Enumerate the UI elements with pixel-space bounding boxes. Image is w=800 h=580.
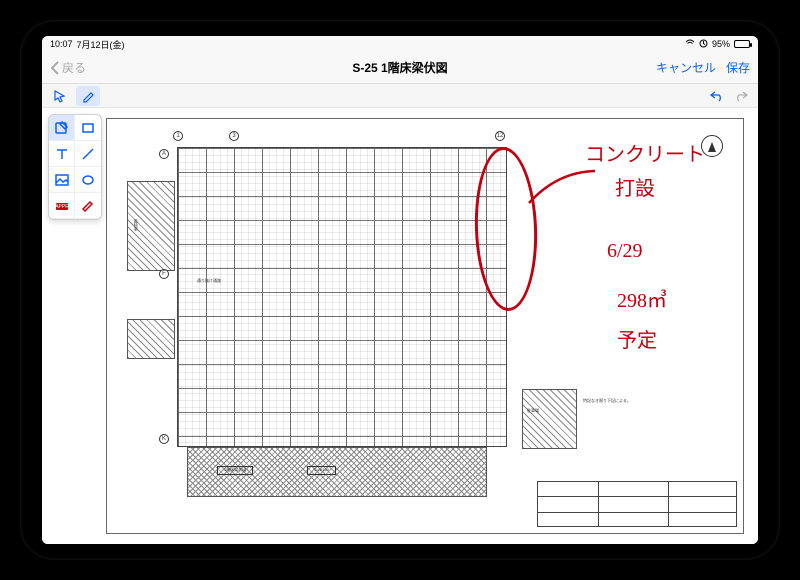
select-tool[interactable] — [48, 86, 72, 106]
sheet-title-box: 1階床梁伏図 — [217, 466, 253, 475]
battery-icon — [734, 40, 750, 48]
grid-bubble: A — [159, 149, 169, 159]
annotation-leader-line — [527, 167, 597, 207]
pen-tool[interactable] — [76, 86, 100, 106]
room-label: 風除室 — [133, 219, 138, 231]
save-button[interactable]: 保存 — [726, 59, 750, 76]
annotation-text[interactable]: 予定 — [617, 329, 657, 354]
screen: 10:07 7月12日(金) 95% 戻る S-25 1階床梁伏図 — [42, 36, 758, 544]
undo-button[interactable] — [706, 86, 728, 106]
grid-bubble: 1 — [173, 131, 183, 141]
drawing-notes: 特記なき限り下記による。 — [583, 399, 723, 404]
text-tool-icon[interactable] — [49, 141, 75, 167]
oval-tool-icon[interactable] — [75, 167, 101, 193]
north-arrow-icon — [701, 135, 723, 157]
rect-tool-icon[interactable] — [75, 115, 101, 141]
page-title: S-25 1階床梁伏図 — [352, 59, 447, 76]
orientation-lock-icon — [699, 39, 708, 50]
canvas-area[interactable]: APPR — [42, 108, 758, 544]
tool-palette: APPR — [48, 114, 102, 220]
ipad-device-frame: 10:07 7月12日(金) 95% 戻る S-25 1階床梁伏図 — [20, 20, 780, 560]
redo-button[interactable] — [730, 86, 752, 106]
title-block — [537, 481, 737, 527]
back-button[interactable]: 戻る — [50, 59, 86, 76]
battery-percent: 95% — [712, 39, 730, 49]
drawing-sheet: 1 3 12 A F K 風除室 通り抜け通路 駐車場 1階床梁伏図 S=1/1… — [106, 118, 744, 534]
grid-bubble: K — [159, 434, 169, 444]
status-date: 7月12日(金) — [77, 38, 125, 51]
grid-bubble: 12 — [495, 131, 505, 141]
line-tool-icon[interactable] — [75, 141, 101, 167]
wifi-icon — [685, 39, 695, 49]
annotation-text[interactable]: 6/29 — [607, 239, 643, 264]
annotation-text[interactable]: コンクリート — [585, 143, 705, 168]
cancel-button[interactable]: キャンセル — [656, 59, 716, 76]
scale-box: S=1/150 — [307, 466, 336, 475]
structural-grid — [177, 147, 507, 447]
image-tool-icon[interactable] — [49, 167, 75, 193]
svg-text:APPR: APPR — [55, 204, 69, 210]
status-time: 10:07 — [50, 39, 73, 49]
edit-tool-icon[interactable] — [49, 115, 75, 141]
room-label: 駐車場 — [527, 409, 539, 414]
status-bar: 10:07 7月12日(金) 95% — [42, 36, 758, 52]
stamp-tool-icon[interactable]: APPR — [49, 193, 75, 219]
annotation-text[interactable]: 打設 — [615, 177, 655, 202]
drawing-canvas[interactable]: 1 3 12 A F K 風除室 通り抜け通路 駐車場 1階床梁伏図 S=1/1… — [42, 108, 758, 544]
hatch-region — [522, 389, 577, 449]
annotation-text[interactable]: 298㎥ — [617, 289, 667, 314]
grid-bubble: F — [159, 269, 169, 279]
hatch-region — [127, 319, 175, 359]
back-label: 戻る — [62, 59, 86, 76]
freehand-tool-icon[interactable] — [75, 193, 101, 219]
grid-bubble: 3 — [229, 131, 239, 141]
nav-bar: 戻る S-25 1階床梁伏図 キャンセル 保存 — [42, 52, 758, 84]
room-label: 通り抜け通路 — [197, 279, 221, 284]
top-toolbar — [42, 84, 758, 108]
